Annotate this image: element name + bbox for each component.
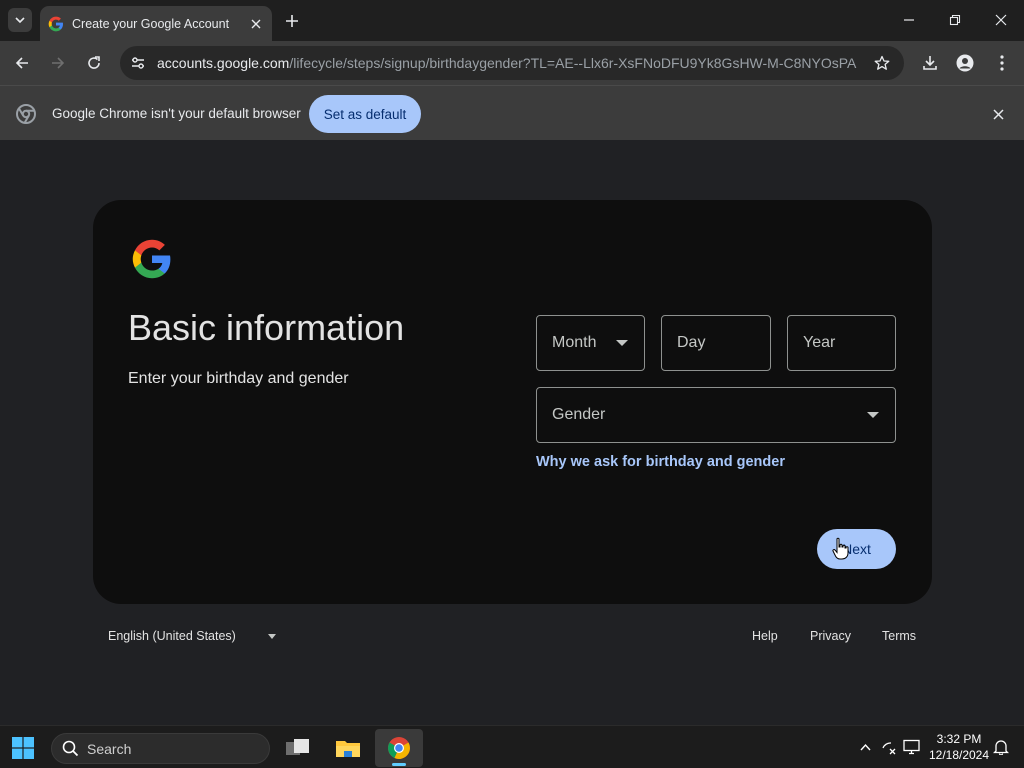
menu-button[interactable] [988,49,1016,77]
google-logo-icon [132,239,171,279]
arrow-right-icon [52,57,65,69]
chrome-taskbar-button[interactable] [375,729,423,767]
footer-help-link[interactable]: Help [752,629,778,643]
tab-search-button[interactable] [8,8,32,32]
back-button[interactable] [8,49,36,77]
footer-privacy-link[interactable]: Privacy [810,629,851,643]
url-text[interactable]: accounts.google.com/lifecycle/steps/sign… [157,55,857,71]
tab-strip: Create your Google Account [0,0,1024,41]
tray-overflow-button[interactable] [856,738,874,756]
downloads-button[interactable] [916,49,944,77]
close-icon [992,108,1004,120]
reload-icon [88,56,100,69]
page-content: Basic information Enter your birthday an… [0,140,1024,725]
address-bar[interactable]: accounts.google.com/lifecycle/steps/sign… [120,46,904,80]
bookmark-button[interactable] [872,53,892,73]
new-tab-button[interactable] [280,9,304,33]
month-select[interactable]: Month [536,315,645,371]
tab-title: Create your Google Account [72,16,230,31]
network-disconnected-icon [882,742,896,755]
infobar-close-button[interactable] [988,104,1008,124]
page-subtitle: Enter your birthday and gender [128,370,349,387]
network-status-button[interactable] [880,738,898,756]
search-icon [62,740,79,757]
dropdown-arrow-icon [267,633,276,639]
display-button[interactable] [903,738,921,756]
more-vert-icon [1000,55,1004,71]
year-placeholder: Year [803,334,836,351]
taskbar-search[interactable]: Search [51,733,270,764]
chrome-icon [16,104,36,124]
monitor-icon [903,739,920,755]
clock-time: 3:32 PM [936,732,982,746]
windows-start-icon[interactable] [12,737,34,759]
close-icon [995,14,1007,26]
url-host: accounts.google.com [157,55,290,71]
clock-date: 12/18/2024 [928,748,990,762]
tab-active[interactable]: Create your Google Account [40,6,272,41]
bell-icon [993,740,1009,755]
why-we-ask-link[interactable]: Why we ask for birthday and gender [536,454,785,470]
close-window-button[interactable] [978,6,1024,34]
month-placeholder: Month [552,334,597,351]
account-icon [956,54,974,72]
site-info-button[interactable] [127,52,149,74]
gender-select[interactable]: Gender [536,387,896,443]
browser-toolbar: accounts.google.com/lifecycle/steps/sign… [0,41,1024,85]
tab-close-button[interactable] [246,14,266,34]
download-icon [923,56,937,70]
taskbar-search-label: Search [87,740,132,757]
google-favicon-icon [48,16,63,31]
profile-button[interactable] [951,49,979,77]
folder-icon [336,741,360,757]
task-view-button[interactable] [274,729,322,767]
plus-icon [286,15,298,27]
set-as-default-button[interactable]: Set as default [309,95,421,133]
signup-card: Basic information Enter your birthday an… [93,200,932,604]
page-title: Basic information [128,307,405,348]
task-view-icon [286,739,309,755]
arrow-left-icon [15,57,28,69]
default-browser-infobar: Google Chrome isn't your default browser… [0,85,1024,140]
dropdown-arrow-icon [616,340,628,346]
day-placeholder: Day [677,334,706,351]
windows-taskbar: Search 3:32 PM 12/18/2024 [0,725,1024,768]
file-explorer-button[interactable] [324,729,372,767]
chrome-icon [388,737,410,759]
close-icon [251,19,261,28]
minimize-icon [904,19,914,21]
footer-terms-link[interactable]: Terms [882,629,916,643]
next-button[interactable]: Next [817,529,896,569]
reload-button[interactable] [80,49,108,77]
restore-icon [949,14,961,26]
gender-placeholder: Gender [552,406,606,423]
forward-button[interactable] [44,49,72,77]
language-selector[interactable]: English (United States) [108,629,276,643]
day-input[interactable]: Day [661,315,771,371]
restore-button[interactable] [932,6,978,34]
language-label: English (United States) [108,629,236,643]
infobar-message: Google Chrome isn't your default browser [52,106,301,121]
star-icon [874,55,890,70]
taskbar-clock[interactable]: 3:32 PM 12/18/2024 [925,731,993,763]
notifications-button[interactable] [992,738,1010,756]
hand-cursor-icon [832,537,849,560]
chevron-down-icon [15,17,25,24]
chevron-up-icon [859,743,871,751]
year-input[interactable]: Year [787,315,896,371]
tune-icon [132,57,144,69]
minimize-button[interactable] [886,6,932,34]
url-path: /lifecycle/steps/signup/birthdaygender?T… [289,55,857,71]
dropdown-arrow-icon [867,412,879,418]
